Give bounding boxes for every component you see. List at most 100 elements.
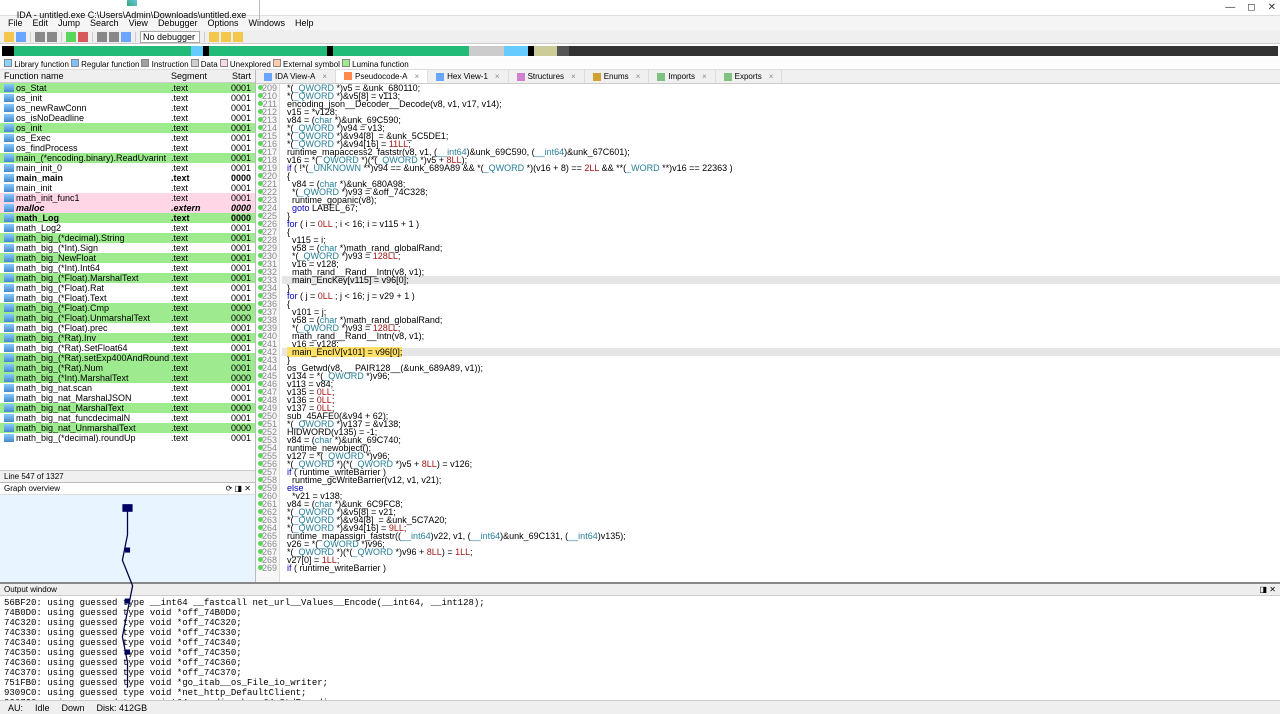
code-line[interactable]: v135 = 0LL;	[282, 388, 1280, 396]
function-row[interactable]: math_big_(*Float).Text.text0001	[0, 293, 255, 303]
nav-segment[interactable]	[469, 46, 504, 56]
back-icon[interactable]	[35, 32, 45, 42]
code-line[interactable]: math_rand__Rand__Intn(v8, v1);	[282, 268, 1280, 276]
code-line[interactable]: v58 = (char *)math_rand_globalRand;	[282, 244, 1280, 252]
code-line[interactable]: runtime_mapassign_faststr((__int64)v22, …	[282, 532, 1280, 540]
func-col-start[interactable]: Start	[219, 71, 251, 81]
menu-debugger[interactable]: Debugger	[154, 18, 202, 28]
maximize-button[interactable]: ◻	[1247, 2, 1255, 13]
navigation-bar[interactable]	[0, 44, 1280, 58]
function-row[interactable]: main_init.text0001	[0, 183, 255, 193]
function-row[interactable]: math_big_nat.scan.text0001	[0, 383, 255, 393]
nav-segment[interactable]	[569, 46, 746, 56]
code-line[interactable]: *v21 = v138;	[282, 492, 1280, 500]
code-line[interactable]: v84 = (char *)&unk_680A98;	[282, 180, 1280, 188]
function-row[interactable]: math_big_(*Int).Sign.text0001	[0, 243, 255, 253]
menu-edit[interactable]: Edit	[29, 18, 53, 28]
nav-segment[interactable]	[534, 46, 552, 56]
nav-segment[interactable]	[191, 46, 203, 56]
tab-close-icon[interactable]: ×	[769, 72, 774, 81]
code-line[interactable]: v84 = (char *)&unk_69C590;	[282, 116, 1280, 124]
step-out-icon[interactable]	[233, 32, 243, 42]
code-line[interactable]: main_EncKey[v115] = v96[0];	[282, 276, 1280, 284]
code-line[interactable]: v136 = 0LL;	[282, 396, 1280, 404]
func-col-segment[interactable]: Segment	[171, 71, 219, 81]
function-row[interactable]: math_big_(*Rat).Inv.text0001	[0, 333, 255, 343]
tab-close-icon[interactable]: ×	[322, 72, 327, 81]
func-col-name[interactable]: Function name	[4, 71, 171, 81]
code-line[interactable]: v16 = v128;	[282, 260, 1280, 268]
code-line[interactable]: else	[282, 484, 1280, 492]
stop-icon[interactable]	[78, 32, 88, 42]
nav-segment[interactable]	[333, 46, 351, 56]
tab-close-icon[interactable]: ×	[636, 72, 641, 81]
code-line[interactable]: *(_QWORD *)&v94[8] = &unk_5C5DE1;	[282, 132, 1280, 140]
graph-controls[interactable]: ⟳ ◨ ✕	[226, 484, 251, 493]
code-line[interactable]: main_EncIV[v101] = v96[0];	[282, 348, 1280, 356]
code-line[interactable]: *(_QWORD *)(*(_QWORD *)v96 + 8LL) = 1LL;	[282, 548, 1280, 556]
function-row[interactable]: os_Stat.text0001	[0, 83, 255, 93]
function-row[interactable]: os_init.text0001	[0, 93, 255, 103]
save-icon[interactable]	[16, 32, 26, 42]
nav-segment[interactable]	[14, 46, 61, 56]
function-row[interactable]: math_big_(*Int).MarshalText.text0000	[0, 373, 255, 383]
code-line[interactable]: os_Getwd(v8, __PAIR128__(&unk_689A89, v1…	[282, 364, 1280, 372]
code-line[interactable]: {	[282, 172, 1280, 180]
menu-search[interactable]: Search	[86, 18, 123, 28]
function-row[interactable]: math_big_(*Float).Rat.text0001	[0, 283, 255, 293]
nav-segment[interactable]	[557, 46, 569, 56]
minimize-button[interactable]: —	[1225, 2, 1235, 13]
function-row[interactable]: malloc.extern0000	[0, 203, 255, 213]
function-row[interactable]: main_main.text0000	[0, 173, 255, 183]
function-row[interactable]: math_big_nat_UnmarshalText.text0000	[0, 423, 255, 433]
menu-options[interactable]: Options	[203, 18, 242, 28]
nav-segment[interactable]	[291, 46, 326, 56]
function-row[interactable]: os_findProcess.text0001	[0, 143, 255, 153]
code-line[interactable]: *(_QWORD *)v137 = &v138;	[282, 420, 1280, 428]
code-line[interactable]: runtime_gcWriteBarrier(v12, v1, v21);	[282, 476, 1280, 484]
tab-enums[interactable]: Enums×	[585, 70, 650, 83]
tab-hex-view-1[interactable]: Hex View-1×	[428, 70, 508, 83]
nav-segment[interactable]	[156, 46, 191, 56]
nav-segment[interactable]	[1101, 46, 1278, 56]
function-row[interactable]: os_newRawConn.text0001	[0, 103, 255, 113]
close-button[interactable]: ✕	[1268, 2, 1276, 13]
code-line[interactable]: runtime_gopanic(v8);	[282, 196, 1280, 204]
nav-segment[interactable]	[61, 46, 132, 56]
debugger-dropdown[interactable]: No debugger	[140, 31, 200, 43]
function-row[interactable]: math_big_nat_MarshalText.text0000	[0, 403, 255, 413]
code-line[interactable]: for ( i = 0LL ; i < 16; i = v115 + 1 )	[282, 220, 1280, 228]
code-line[interactable]: *(_QWORD *)v5 = &unk_680110;	[282, 84, 1280, 92]
function-row[interactable]: math_big_(*Float).prec.text0001	[0, 323, 255, 333]
function-row[interactable]: math_big_(*Rat).SetFloat64.text0001	[0, 343, 255, 353]
output-controls[interactable]: ◨ ✕	[1260, 585, 1276, 594]
nav-segment[interactable]	[924, 46, 1101, 56]
code-line[interactable]: v15 = *v128;	[282, 108, 1280, 116]
code-line[interactable]: v58 = (char *)math_rand_globalRand;	[282, 316, 1280, 324]
run-icon[interactable]	[66, 32, 76, 42]
menu-windows[interactable]: Windows	[245, 18, 290, 28]
code-line[interactable]: v137 = 0LL;	[282, 404, 1280, 412]
nav-segment[interactable]	[351, 46, 469, 56]
code-line[interactable]: v134 = *(_QWORD *)v96;	[282, 372, 1280, 380]
tab-pseudocode-a[interactable]: Pseudocode-A×	[336, 70, 428, 83]
text-view-icon[interactable]	[97, 32, 107, 42]
function-row[interactable]: math_big_(*decimal).String.text0001	[0, 233, 255, 243]
code-line[interactable]: runtime_newobject();	[282, 444, 1280, 452]
code-line[interactable]: v84 = (char *)&unk_69C740;	[282, 436, 1280, 444]
tab-exports[interactable]: Exports×	[716, 70, 783, 83]
nav-segment[interactable]	[2, 46, 14, 56]
nav-segment[interactable]	[209, 46, 292, 56]
code-line[interactable]: {	[282, 300, 1280, 308]
menu-file[interactable]: File	[4, 18, 27, 28]
function-row[interactable]: math_big_(*decimal).roundUp.text0001	[0, 433, 255, 443]
function-row[interactable]: os_isNoDeadline.text0001	[0, 113, 255, 123]
code-line[interactable]: v84 = (char *)&unk_6C9FC8;	[282, 500, 1280, 508]
fwd-icon[interactable]	[47, 32, 57, 42]
tab-close-icon[interactable]: ×	[495, 72, 500, 81]
function-row[interactable]: math_big_(*Float).MarshalText.text0001	[0, 273, 255, 283]
code-line[interactable]: }	[282, 284, 1280, 292]
code-line[interactable]: encoding_json__Decoder__Decode(v8, v1, v…	[282, 100, 1280, 108]
function-row[interactable]: main_(*encoding.binary).ReadUvarint.text…	[0, 153, 255, 163]
code-line[interactable]: goto LABEL_67;	[282, 204, 1280, 212]
